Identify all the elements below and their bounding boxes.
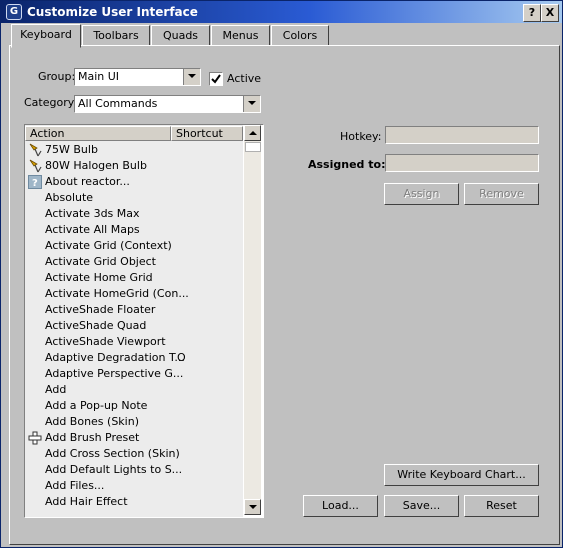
action-name: Activate Grid Object — [45, 255, 156, 268]
close-button[interactable]: X — [541, 4, 559, 22]
list-item[interactable]: ActiveShade Quad — [25, 318, 243, 334]
keyboard-panel: Group: Main UI Active Category: All Comm… — [9, 45, 560, 545]
action-name: Add Brush Preset — [45, 431, 140, 444]
shortcut-value: O — [177, 351, 186, 364]
help-icon: ? — [28, 175, 42, 189]
title-bar[interactable]: G Customize User Interface ? X — [1, 1, 562, 23]
action-name: About reactor... — [45, 175, 130, 188]
action-name: ActiveShade Floater — [45, 303, 156, 316]
arrow-down-icon — [249, 505, 257, 509]
scroll-thumb[interactable] — [245, 142, 261, 152]
action-name: Adaptive Perspective G... — [45, 367, 184, 380]
action-name: Add Hair Effect — [45, 495, 128, 508]
list-item[interactable]: Activate HomeGrid (Con... — [25, 286, 243, 302]
checkmark-icon — [211, 74, 221, 84]
window-title: Customize User Interface — [27, 5, 198, 19]
list-item[interactable]: Add a Pop-up Note — [25, 398, 243, 414]
app-logo-icon: G — [6, 4, 22, 20]
list-item[interactable]: ActiveShade Viewport — [25, 334, 243, 350]
arrow-up-icon — [249, 131, 257, 135]
group-dropdown[interactable]: Main UI — [74, 68, 201, 86]
tab-menus[interactable]: Menus — [211, 25, 270, 47]
action-list-body: Action Shortcut 75W Bulb 80W Halogen Bulb… — [25, 125, 243, 517]
load-button[interactable]: Load... — [303, 495, 378, 517]
help-button[interactable]: ? — [523, 4, 541, 22]
chevron-down-icon[interactable] — [243, 96, 260, 112]
action-name: Activate Home Grid — [45, 271, 153, 284]
action-name: Add — [45, 383, 67, 396]
action-name: Activate All Maps — [45, 223, 140, 236]
chevron-down-icon[interactable] — [183, 69, 200, 85]
action-name: Activate Grid (Context) — [45, 239, 172, 252]
group-value: Main UI — [78, 70, 120, 83]
action-name: Add Default Lights to S... — [45, 463, 183, 476]
hotkey-label: Hotkey: — [340, 130, 382, 143]
tab-quads[interactable]: Quads — [151, 25, 210, 47]
action-name: 80W Halogen Bulb — [45, 159, 147, 172]
category-value: All Commands — [78, 97, 158, 110]
list-item[interactable]: ? About reactor... — [25, 174, 243, 190]
list-item[interactable]: ActiveShade Floater — [25, 302, 243, 318]
column-header-action[interactable]: Action — [25, 126, 171, 141]
assigned-to-field — [385, 154, 539, 172]
vertical-scrollbar[interactable] — [244, 125, 261, 515]
list-item[interactable]: Add — [25, 382, 243, 398]
crosshair-icon — [28, 431, 42, 445]
list-item[interactable]: Adaptive Perspective G... — [25, 366, 243, 382]
customize-ui-window: G Customize User Interface ? X Keyboard … — [0, 0, 563, 548]
list-item[interactable]: Adaptive Degradation T... O — [25, 350, 243, 366]
list-item[interactable]: Absolute — [25, 190, 243, 206]
group-label: Group: — [38, 70, 76, 83]
action-name: Add Cross Section (Skin) — [45, 447, 180, 460]
scroll-down-button[interactable] — [244, 499, 261, 515]
list-item[interactable]: Add Bones (Skin) — [25, 414, 243, 430]
write-keyboard-chart-button[interactable]: Write Keyboard Chart... — [384, 464, 539, 486]
tab-toolbars[interactable]: Toolbars — [82, 25, 150, 47]
list-item[interactable]: Activate Grid Object — [25, 254, 243, 270]
tab-colors[interactable]: Colors — [271, 25, 329, 47]
action-name: 75W Bulb — [45, 143, 98, 156]
scroll-up-button[interactable] — [244, 125, 261, 141]
action-name: Add Files... — [45, 479, 105, 492]
category-dropdown[interactable]: All Commands — [74, 95, 261, 113]
action-name: ActiveShade Quad — [45, 319, 147, 332]
list-item[interactable]: Activate All Maps — [25, 222, 243, 238]
svg-text:?: ? — [32, 178, 38, 189]
list-item[interactable]: Activate 3ds Max — [25, 206, 243, 222]
assigned-to-label: Assigned to: — [308, 158, 386, 171]
list-item[interactable]: Activate Grid (Context) — [25, 238, 243, 254]
action-name: Activate HomeGrid (Con... — [45, 287, 189, 300]
list-item[interactable]: 75W Bulb — [25, 142, 243, 158]
reset-button[interactable]: Reset — [464, 495, 539, 517]
action-name: ActiveShade Viewport — [45, 335, 166, 348]
action-name: Adaptive Degradation T... — [45, 351, 185, 364]
hotkey-field[interactable] — [385, 126, 539, 144]
remove-button[interactable]: Remove — [464, 183, 539, 205]
active-checkbox[interactable] — [209, 72, 223, 86]
assign-button[interactable]: Assign — [384, 183, 459, 205]
active-label: Active — [227, 72, 262, 85]
list-item[interactable]: Add Brush Preset — [25, 430, 243, 446]
list-item[interactable]: Add Cross Section (Skin) — [25, 446, 243, 462]
lamp-icon — [28, 143, 42, 157]
action-name: Absolute — [45, 191, 94, 204]
list-item[interactable]: Add Files... — [25, 478, 243, 494]
action-name: Add Bones (Skin) — [45, 415, 139, 428]
tab-keyboard[interactable]: Keyboard — [11, 24, 81, 48]
action-list[interactable]: Action Shortcut 75W Bulb 80W Halogen Bulb… — [24, 124, 264, 518]
list-item[interactable]: Add Hair Effect — [25, 494, 243, 510]
list-item[interactable]: Add Default Lights to S... — [25, 462, 243, 478]
action-name: Activate 3ds Max — [45, 207, 140, 220]
category-label: Category: — [24, 96, 78, 109]
action-name: Add a Pop-up Note — [45, 399, 148, 412]
list-item[interactable]: 80W Halogen Bulb — [25, 158, 243, 174]
lamp-icon — [28, 159, 42, 173]
column-header-shortcut[interactable]: Shortcut — [171, 126, 243, 141]
list-item[interactable]: Activate Home Grid — [25, 270, 243, 286]
save-button[interactable]: Save... — [384, 495, 459, 517]
